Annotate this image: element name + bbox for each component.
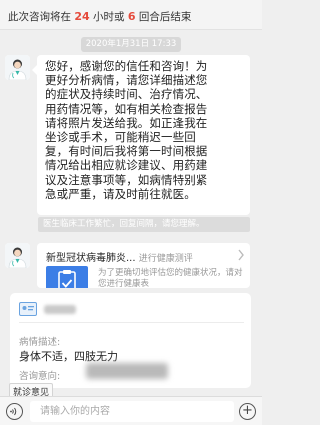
patient-card-icon [19, 302, 37, 316]
doctor-busy-notice: 医生临床工作繁忙，回复间隔，请您理解。 [38, 217, 250, 232]
notice-prefix: 此次咨询将在 [8, 11, 71, 23]
doctor-avatar-icon [5, 243, 30, 268]
plus-button[interactable]: + [239, 403, 256, 420]
health-assessment-card[interactable]: 新型冠状病毒肺炎... 进行健康测评 为了更确切地评估您的健康状况，请对您进行健… [37, 243, 250, 288]
notice-suffix: 回合后结束 [138, 11, 192, 23]
notice-middle: 小时或 [93, 11, 125, 23]
condition-label: 病情描述: [19, 337, 61, 348]
message-line: 情况给出相应就诊建议、用药建 [45, 158, 208, 173]
card-body: 为了更确切地评估您的健康状况，请对您进行健康表 [46, 266, 245, 288]
message-input-bar: + [0, 396, 262, 425]
consult-limit-notice: 此次咨询将在 24 小时或 6 回合后结束 [0, 0, 262, 30]
notice-rounds: 6 [127, 10, 136, 23]
redacted-block [86, 363, 168, 379]
notice-hours: 24 [74, 10, 90, 23]
message-line: 请将照片发送给我。如正逢我在 [45, 115, 208, 130]
chevron-right-icon [238, 249, 244, 261]
condition-value: 身体不适，四肢无力 [19, 350, 118, 363]
voice-button[interactable] [6, 403, 23, 420]
message-line: 用药情况等，如有相关检查报告 [45, 101, 208, 116]
divider [19, 322, 244, 323]
message-input[interactable] [30, 401, 234, 422]
message-line: 坐诊或手术，可能稍迟一些回 [45, 130, 196, 145]
card-subtitle: 进行健康测评 [138, 254, 193, 264]
doctor-avatar-icon [5, 55, 30, 80]
card-description: 为了更确切地评估您的健康状况，请对您进行健康表 [98, 268, 243, 288]
message-line: 复，有时间后我将第一时间根据 [45, 144, 208, 159]
doctor-avatar-2[interactable] [5, 243, 30, 268]
intent-label: 咨询意向: [19, 371, 61, 382]
message-timestamp: 2020年1月31日 17:33 [81, 37, 181, 52]
message-line: 议及注意事项等，如病情特别紧 [45, 172, 208, 187]
message-line: 的症状及持续时间、治疗情况、 [45, 87, 208, 102]
doctor-message-bubble: 您好，感谢您的信任和咨询！为 更好分析病情，请您详细描述您 的症状及持续时间、治… [32, 55, 250, 215]
clipboard-check-icon [46, 266, 88, 288]
patient-name-redacted [44, 305, 76, 314]
voice-icon [10, 407, 17, 416]
doctor-avatar[interactable] [5, 55, 30, 80]
message-line: 急或严重，请及时前往就医。 [45, 186, 196, 201]
card-title-text: 新型冠状病毒肺炎... [46, 253, 136, 264]
message-line: 更好分析病情，请您详细描述您 [45, 73, 208, 88]
card-title: 新型冠状病毒肺炎... 进行健康测评 [46, 249, 239, 264]
message-line: 您好，感谢您的信任和咨询！为 [45, 59, 208, 73]
